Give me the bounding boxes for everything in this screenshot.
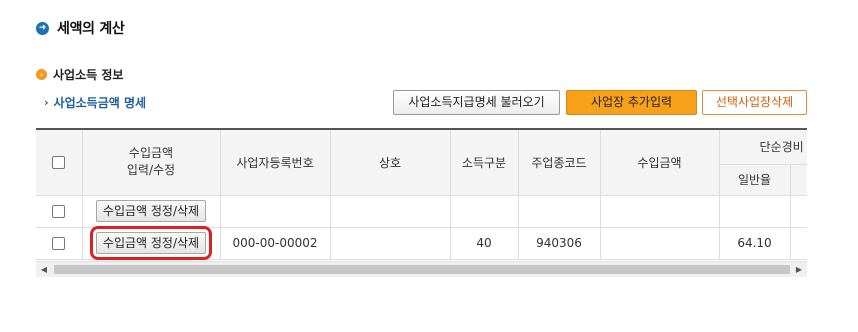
name-cell [330, 195, 451, 228]
income-detail-link[interactable]: › 사업소득금액 명세 [44, 94, 146, 111]
page-title: ➜ 세액의 계산 [36, 18, 125, 38]
scroll-right-arrow-icon[interactable]: ▶ [791, 262, 807, 277]
industry-code-cell [518, 195, 601, 228]
edit-income-button[interactable]: 수입금액 정정/삭제 [95, 200, 207, 222]
income-amount-cell [600, 227, 720, 260]
select-all-checkbox[interactable] [52, 156, 66, 170]
income-amount-cell [600, 195, 720, 228]
industry-code-cell: 940306 [518, 227, 601, 260]
header-extra [790, 164, 807, 196]
header-income-amount: 수입금액 [600, 130, 720, 196]
section-title: › 사업소득 정보 [36, 66, 123, 83]
general-rate-cell: 64.10 [719, 227, 791, 260]
chevron-right-icon: › [44, 96, 49, 109]
edit-income-button-highlighted[interactable]: 수입금액 정정/삭제 [89, 226, 213, 260]
row-checkbox[interactable] [52, 205, 66, 218]
extra-cell [790, 195, 807, 228]
scroll-left-arrow-icon[interactable]: ◀ [36, 262, 52, 277]
header-income-input: 수입금액 입력/수정 [82, 130, 221, 196]
income-detail-link-label: 사업소득금액 명세 [53, 96, 147, 110]
horizontal-scrollbar[interactable]: ◀ ▶ [36, 261, 807, 277]
reg-no-cell: 000-00-00002 [220, 227, 331, 260]
header-general-rate: 일반율 [719, 164, 791, 196]
header-reg-no: 사업자등록번호 [220, 130, 331, 196]
name-cell [330, 227, 451, 260]
general-rate-cell [719, 195, 791, 228]
table-row: 수입금액 정정/삭제 [36, 195, 807, 228]
row-checkbox[interactable] [52, 237, 66, 250]
header-industry-code: 주업종코드 [518, 130, 601, 196]
row-checkbox-cell [36, 227, 83, 260]
income-type-cell: 40 [450, 227, 519, 260]
header-name: 상호 [330, 130, 451, 196]
load-payment-statement-button[interactable]: 사업소득지급명세 불러오기 [393, 90, 560, 115]
add-business-button[interactable]: 사업장 추가입력 [566, 90, 697, 115]
table-row: 수입금액 정정/삭제 000-00-00002 40 940306 64.10 [36, 226, 807, 260]
arrow-right-circle-icon: ➜ [36, 21, 49, 35]
row-button-cell: 수입금액 정정/삭제 [82, 195, 221, 228]
header-select-all [36, 130, 83, 196]
scrollbar-thumb[interactable] [54, 265, 790, 274]
header-income-type: 소득구분 [450, 130, 519, 196]
extra-cell [790, 227, 807, 260]
header-simple-expense: 단순경비 [719, 130, 807, 165]
delete-selected-business-button[interactable]: 선택사업장삭제 [702, 90, 807, 115]
row-checkbox-cell [36, 195, 83, 228]
business-income-table: 수입금액 입력/수정 사업자등록번호 상호 소득구분 주업종코드 수입금액 단순… [36, 128, 807, 261]
row-button-cell: 수입금액 정정/삭제 [82, 226, 221, 260]
reg-no-cell [220, 195, 331, 228]
income-type-cell [450, 195, 519, 228]
page-title-text: 세액의 계산 [57, 21, 125, 37]
section-title-text: 사업소득 정보 [53, 68, 124, 82]
circle-bullet-icon: › [36, 69, 47, 80]
